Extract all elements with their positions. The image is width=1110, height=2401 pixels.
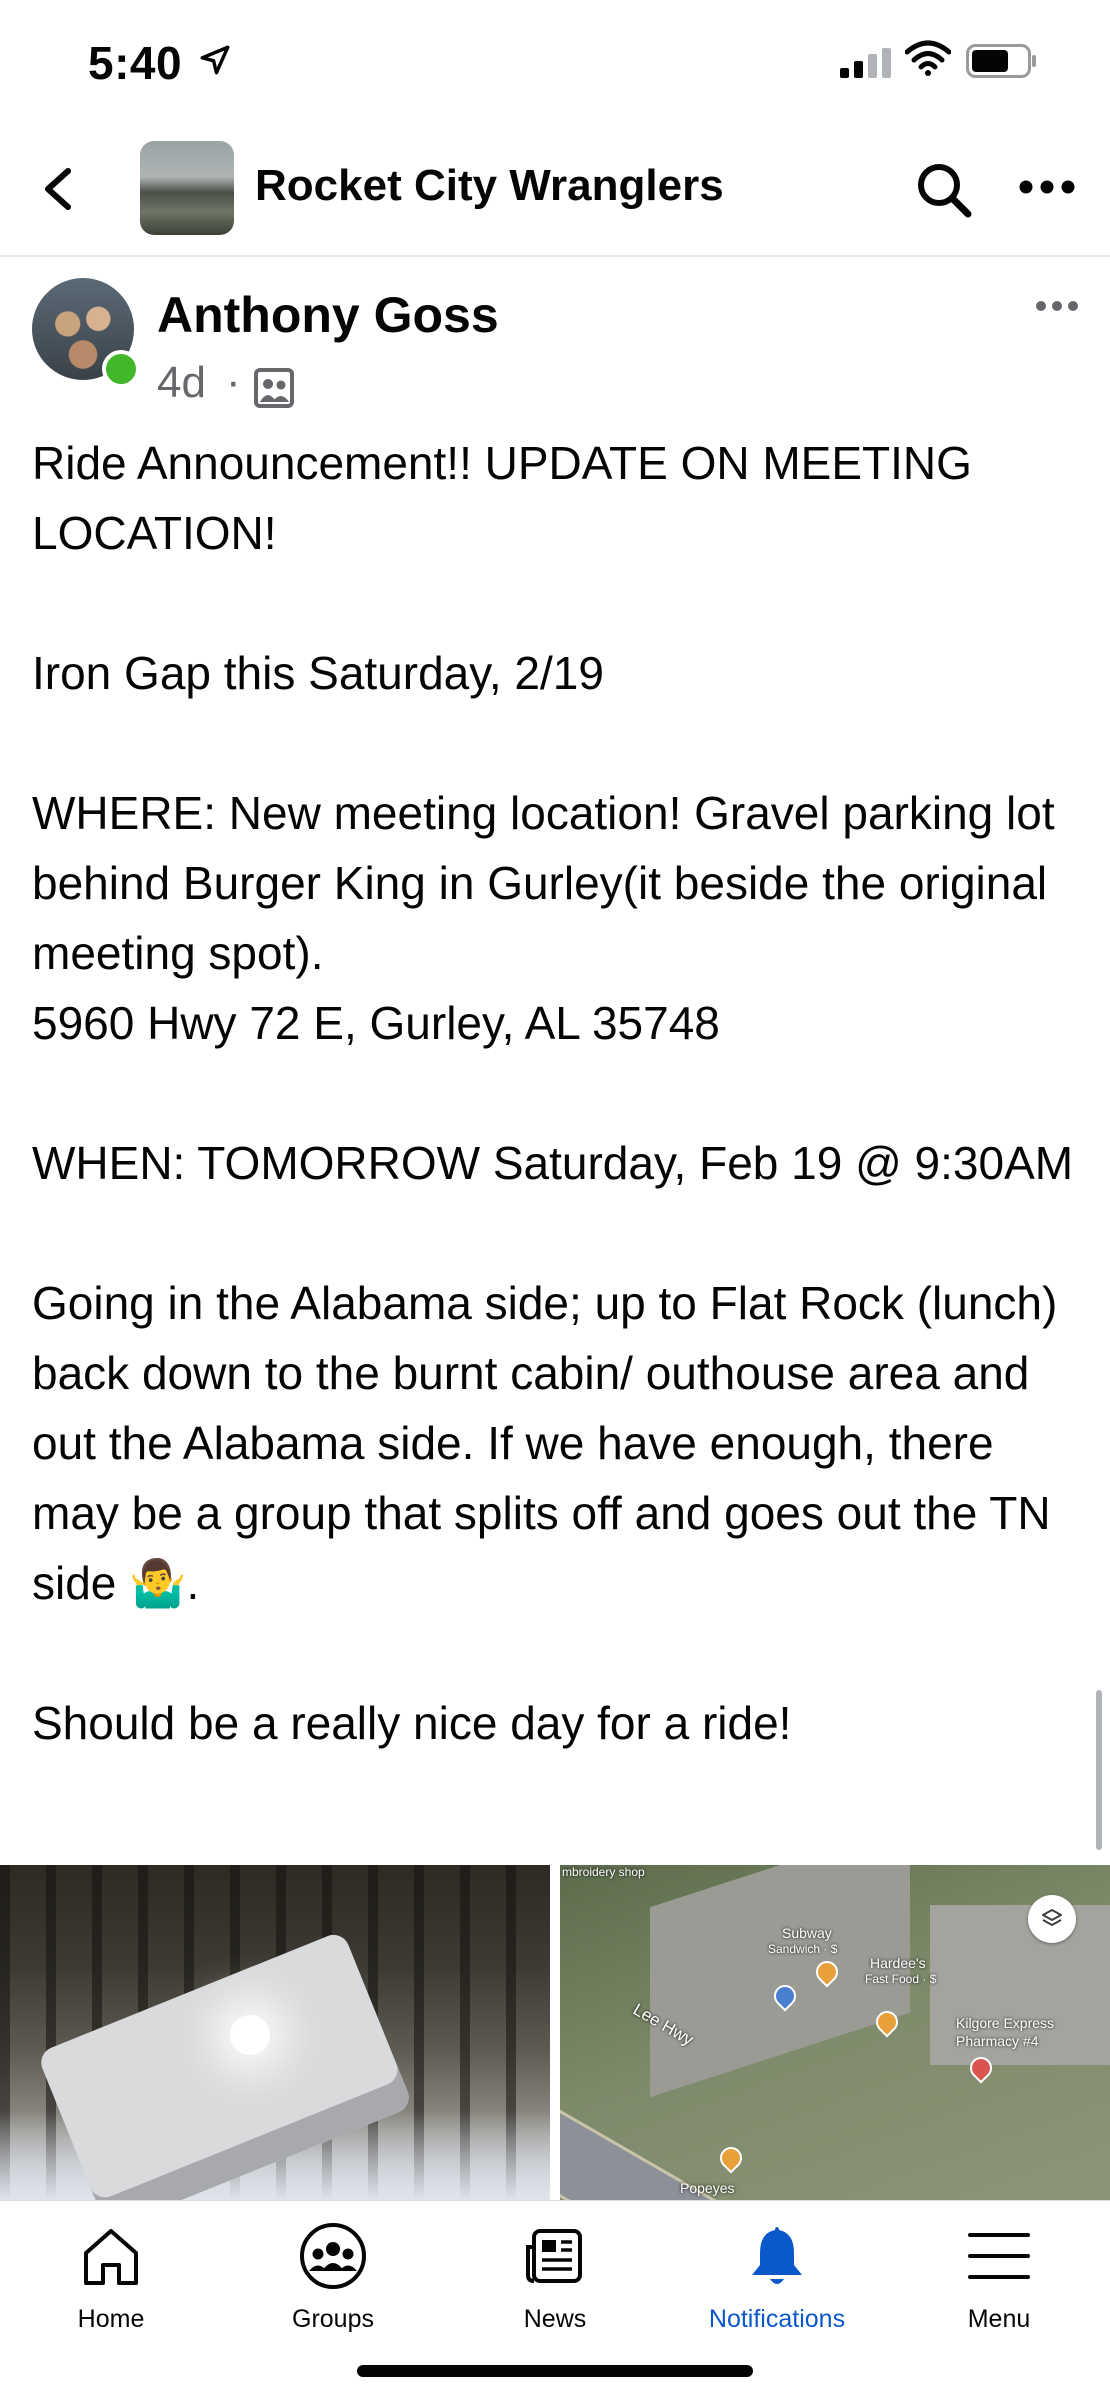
online-status-dot xyxy=(102,350,140,388)
more-horizontal-icon[interactable] xyxy=(1018,179,1076,195)
news-icon xyxy=(526,2229,582,2283)
post-line: WHERE: New meeting location! Gravel park… xyxy=(32,787,1055,979)
map-layers-button[interactable] xyxy=(1028,1895,1076,1943)
tab-label: Notifications xyxy=(708,2305,846,2333)
status-bar: 5:40 xyxy=(0,0,1110,125)
post-photo-jeep[interactable] xyxy=(0,1865,550,2200)
post-line: Ride Announcement!! UPDATE ON MEETING LO… xyxy=(32,437,972,559)
tab-menu[interactable]: Menu xyxy=(888,2201,1110,2341)
home-icon xyxy=(84,2229,138,2285)
post-line: Should be a really nice day for a ride! xyxy=(32,1697,792,1749)
search-icon[interactable] xyxy=(915,161,973,219)
map-label-popeyes: Popeyes xyxy=(680,2180,735,2196)
location-arrow-icon xyxy=(200,45,230,75)
battery-icon xyxy=(966,44,1036,78)
map-label-hardees: Hardee's xyxy=(870,1955,926,1971)
group-name[interactable]: Rocket City Wranglers xyxy=(255,161,724,211)
tab-notifications[interactable]: Notifications xyxy=(666,2201,888,2341)
map-label-kilgore: Kilgore Express xyxy=(956,2015,1055,2031)
group-cover-thumbnail[interactable] xyxy=(140,141,234,235)
post-address: 5960 Hwy 72 E, Gurley, AL 35748 xyxy=(32,997,720,1049)
tab-news[interactable]: News xyxy=(444,2201,666,2341)
post-line: Iron Gap this Saturday, 2/19 xyxy=(32,647,604,699)
map-label-hardees-sub: Fast Food · $ xyxy=(865,1972,937,1986)
map-label-clipped: mbroidery shop xyxy=(562,1865,645,1879)
tab-label: Menu xyxy=(967,2305,1031,2333)
hamburger-menu-icon xyxy=(968,2233,1030,2279)
tab-groups[interactable]: Groups xyxy=(222,2201,444,2341)
post-age[interactable]: 4d xyxy=(157,358,206,408)
layers-icon xyxy=(1042,1909,1062,1926)
photo-headlight-glare xyxy=(230,2015,270,2055)
wifi-icon xyxy=(905,40,951,76)
groups-icon xyxy=(300,2223,366,2289)
back-chevron-icon[interactable] xyxy=(38,165,78,213)
map-label-subway: Subway xyxy=(782,1925,832,1941)
group-audience-icon xyxy=(254,368,294,408)
tab-label: Groups xyxy=(292,2305,374,2333)
home-indicator[interactable] xyxy=(357,2365,753,2377)
status-time: 5:40 xyxy=(88,37,183,89)
map-label-kilgore-sub: Pharmacy #4 xyxy=(956,2033,1039,2049)
tab-home[interactable]: Home xyxy=(0,2201,222,2341)
post-author-name[interactable]: Anthony Goss xyxy=(157,286,499,344)
meta-separator: · xyxy=(226,357,241,406)
post-line: Going in the Alabama side; up to Flat Ro… xyxy=(32,1277,1058,1609)
post-line: WHEN: TOMORROW Saturday, Feb 19 @ 9:30AM xyxy=(32,1137,1074,1189)
post-options-icon[interactable] xyxy=(1035,300,1079,312)
scroll-indicator[interactable] xyxy=(1096,1690,1102,1850)
tab-label: News xyxy=(523,2305,587,2333)
bell-icon xyxy=(752,2227,802,2284)
map-label-subway-sub: Sandwich · $ xyxy=(768,1942,838,1956)
tab-label: Home xyxy=(77,2305,145,2333)
group-header: Rocket City Wranglers xyxy=(0,125,1110,257)
post-body: Ride Announcement!! UPDATE ON MEETING LO… xyxy=(32,428,1092,1758)
cellular-signal-icon xyxy=(840,48,891,78)
